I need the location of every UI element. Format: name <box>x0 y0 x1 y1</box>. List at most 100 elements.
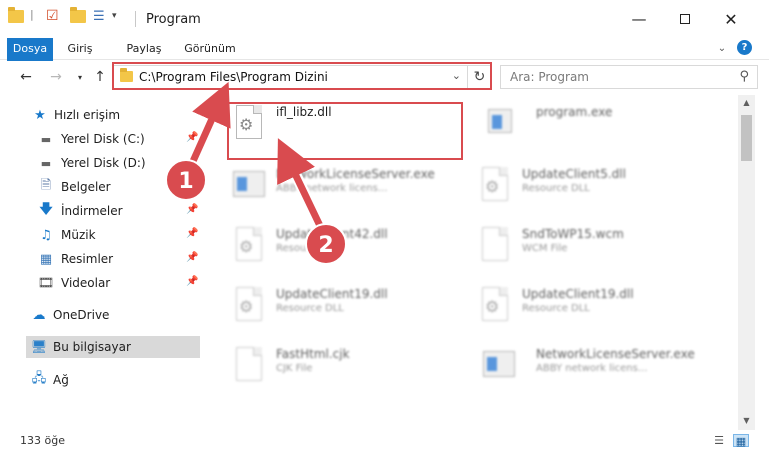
file-name: UpdateClient19.dll <box>276 287 388 301</box>
close-button[interactable]: ✕ <box>708 0 754 38</box>
tab-share[interactable]: Paylaş <box>122 38 166 60</box>
tab-view[interactable]: Görünüm <box>182 38 238 60</box>
sidebar-item-local-disk-c[interactable]: ▬ Yerel Disk (C:) 📌 <box>0 128 205 150</box>
file-item-fasthtml[interactable]: FastHtml.cjk CJK File <box>230 345 470 393</box>
status-bar: 133 öğe ☰ ▦ <box>0 430 769 452</box>
file-description: Resource DLL <box>522 183 590 194</box>
computer-icon: 🖥 <box>30 339 48 355</box>
file-description: ABBY network licens... <box>276 183 388 194</box>
file-icon <box>476 225 512 269</box>
pin-icon[interactable]: 📌 <box>186 180 198 191</box>
tiles-view-icon[interactable]: ▦ <box>733 434 749 448</box>
file-description: ABBY network licens... <box>536 363 648 374</box>
sidebar-item-local-disk-d[interactable]: ▬ Yerel Disk (D:) <box>0 152 205 174</box>
dll-gear-icon: ⚙ <box>476 165 512 209</box>
navigation-pane: ★ Hızlı erişim ▬ Yerel Disk (C:) 📌 ▬ Yer… <box>0 95 205 430</box>
new-folder-icon[interactable] <box>70 7 86 23</box>
sidebar-item-label: Resimler <box>61 252 114 266</box>
customize-dropdown-icon[interactable]: ▾ <box>112 11 117 21</box>
expand-ribbon-icon[interactable]: ⌄ <box>716 38 728 60</box>
pin-icon[interactable]: 📌 <box>186 276 198 287</box>
pin-icon[interactable]: 📌 <box>186 204 198 215</box>
details-view-icon[interactable]: ☰ <box>711 434 727 447</box>
ribbon-tabs: Dosya Giriş Paylaş Görünüm ⌄ ? <box>0 38 769 86</box>
file-name: UpdateClient19.dll <box>522 287 634 301</box>
sidebar-item-label: Belgeler <box>61 180 111 194</box>
sidebar-item-label: Yerel Disk (D:) <box>61 156 146 170</box>
sidebar-item-label: Hızlı erişim <box>54 108 121 122</box>
file-name: NetworkLicenseServer.exe <box>276 167 435 181</box>
pictures-icon: ▦ <box>39 251 53 267</box>
file-item-updateclient19-b[interactable]: ⚙ UpdateClient19.dll Resource DLL <box>476 285 716 333</box>
sidebar-item-network[interactable]: 🖧 Ağ <box>0 369 205 391</box>
view-options-icon[interactable]: ☰ <box>93 9 105 24</box>
address-highlight-box <box>112 62 492 90</box>
sidebar-item-this-pc[interactable]: 🖥 Bu bilgisayar <box>26 336 200 358</box>
file-description: Resource DLL <box>522 303 590 314</box>
sidebar-item-label: Ağ <box>53 373 69 387</box>
maximize-button[interactable] <box>662 0 708 38</box>
sidebar-item-downloads[interactable]: 🡇 İndirmeler 📌 <box>0 200 205 222</box>
file-description: CJK File <box>276 363 313 374</box>
recent-locations-icon[interactable]: ▾ <box>70 67 90 87</box>
window-title: Program <box>146 12 201 27</box>
file-name: program.exe <box>536 105 613 119</box>
pin-icon[interactable]: 📌 <box>186 132 198 143</box>
properties-icon[interactable]: ☑ <box>46 8 59 24</box>
scroll-down-icon[interactable]: ▼ <box>738 413 755 429</box>
file-item-networklicenseserver-2[interactable]: NetworkLicenseServer.exe ABBY network li… <box>480 345 720 393</box>
file-icon <box>230 345 266 389</box>
scroll-thumb[interactable] <box>741 115 752 161</box>
file-item-updateclient5[interactable]: ⚙ UpdateClient5.dll Resource DLL <box>476 165 716 213</box>
file-item-networklicenseserver[interactable]: NetworkLicenseServer.exe ABBY network li… <box>230 165 470 213</box>
file-item-program-exe[interactable]: program.exe <box>480 103 720 151</box>
minimize-button[interactable]: — <box>616 0 662 38</box>
exe-icon <box>480 103 516 147</box>
dll-gear-icon: ⚙ <box>230 285 266 329</box>
drive-icon: ▬ <box>40 132 52 146</box>
pin-icon[interactable]: 📌 <box>186 252 198 263</box>
sidebar-item-label: Yerel Disk (C:) <box>61 132 145 146</box>
star-icon: ★ <box>34 107 46 123</box>
up-arrow-icon[interactable]: ↑ <box>90 67 110 87</box>
file-name: NetworkLicenseServer.exe <box>536 347 695 361</box>
search-placeholder[interactable]: Ara: Program <box>510 70 589 84</box>
forward-arrow-icon[interactable]: → <box>46 67 66 87</box>
vertical-scrollbar[interactable]: ▲ ▼ <box>738 95 755 430</box>
pin-icon[interactable]: 📌 <box>186 228 198 239</box>
file-item-updateclient19-a[interactable]: ⚙ UpdateClient19.dll Resource DLL <box>230 285 470 333</box>
back-arrow-icon[interactable]: ← <box>16 67 36 87</box>
downloads-icon: 🡇 <box>39 202 53 217</box>
file-description: Resource DLL <box>276 303 344 314</box>
tab-home[interactable]: Giriş <box>62 38 98 60</box>
scroll-up-icon[interactable]: ▲ <box>738 95 755 111</box>
file-name: UpdateClient42.dll <box>276 227 388 241</box>
documents-icon: 🗎 <box>40 178 52 193</box>
file-name: SndToWP15.wcm <box>522 227 624 241</box>
file-item-sndtowp15[interactable]: SndToWP15.wcm WCM File <box>476 225 716 273</box>
sidebar-item-music[interactable]: ♫ Müzik 📌 <box>0 224 205 246</box>
help-icon[interactable]: ? <box>737 40 752 55</box>
sidebar-item-label: OneDrive <box>53 308 110 322</box>
file-item-updateclient42[interactable]: ⚙ UpdateClient42.dll Resource DLL <box>230 225 470 273</box>
drive-icon: ▬ <box>40 156 52 170</box>
file-name: UpdateClient5.dll <box>522 167 626 181</box>
search-box[interactable]: Ara: Program ⚲ <box>500 65 758 89</box>
dll-gear-icon: ⚙ <box>476 285 512 329</box>
cloud-icon: ☁ <box>32 307 46 323</box>
search-icon[interactable]: ⚲ <box>739 69 749 84</box>
sidebar-item-documents[interactable]: 🗎 Belgeler 📌 <box>0 176 205 198</box>
folder-icon <box>8 7 24 23</box>
file-name: FastHtml.cjk <box>276 347 350 361</box>
file-description: Resource DLL <box>276 243 344 254</box>
sidebar-item-videos[interactable]: 🎞 Videolar 📌 <box>0 272 205 294</box>
item-count: 133 öğe <box>20 434 65 447</box>
sidebar-item-quick-access[interactable]: ★ Hızlı erişim <box>0 104 205 126</box>
videos-icon: 🎞 <box>37 275 55 291</box>
sidebar-item-label: Videolar <box>61 276 111 290</box>
file-highlight-box <box>227 102 463 160</box>
sidebar-item-pictures[interactable]: ▦ Resimler 📌 <box>0 248 205 270</box>
app-icon <box>230 165 266 209</box>
sidebar-item-onedrive[interactable]: ☁ OneDrive <box>0 304 205 326</box>
app-icon <box>480 345 516 389</box>
